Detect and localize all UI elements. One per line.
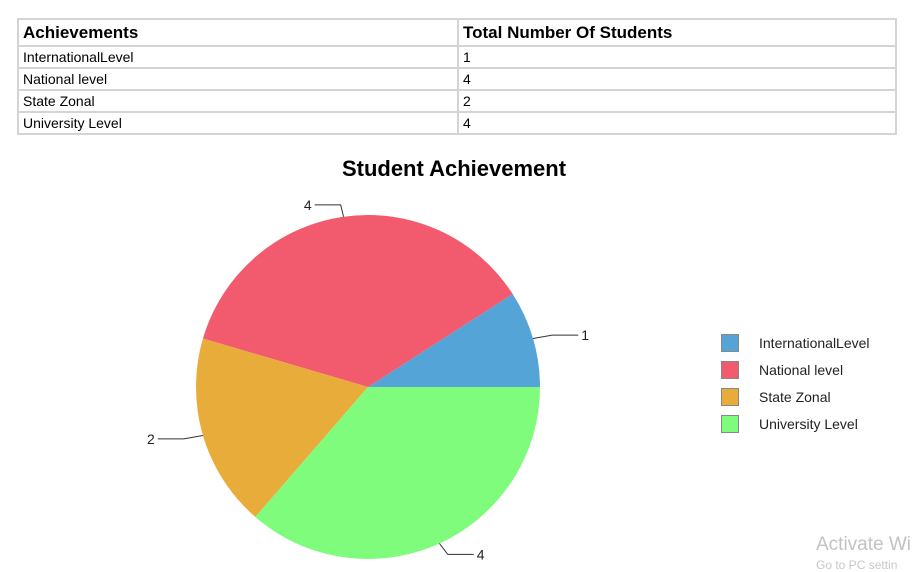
leader-line bbox=[314, 204, 345, 217]
activate-windows-watermark: Activate Wi bbox=[816, 534, 912, 555]
legend-item: University Level bbox=[721, 410, 870, 437]
legend-label: State Zonal bbox=[759, 388, 831, 405]
legend-item: State Zonal bbox=[721, 383, 870, 410]
legend-swatch bbox=[721, 387, 739, 406]
legend-swatch bbox=[721, 360, 739, 379]
activate-windows-subtext: Go to PC settin bbox=[816, 558, 898, 572]
data-label: 1 bbox=[581, 327, 589, 343]
legend-label: University Level bbox=[759, 415, 858, 432]
legend-item: InternationalLevel bbox=[721, 329, 870, 356]
legend-swatch bbox=[721, 414, 739, 433]
data-label: 2 bbox=[147, 431, 155, 447]
leader-line bbox=[157, 434, 204, 440]
leader-line bbox=[439, 543, 474, 555]
legend-label: National level bbox=[759, 361, 844, 378]
data-label: 4 bbox=[304, 197, 312, 213]
legend-label: InternationalLevel bbox=[759, 334, 870, 351]
legend-item: National level bbox=[721, 356, 870, 383]
pie-chart: 1 4 2 4 bbox=[147, 197, 589, 562]
legend-swatch bbox=[721, 333, 739, 352]
data-label: 4 bbox=[477, 546, 485, 562]
chart-legend: InternationalLevel National level State … bbox=[721, 329, 870, 437]
leader-line bbox=[532, 334, 579, 340]
